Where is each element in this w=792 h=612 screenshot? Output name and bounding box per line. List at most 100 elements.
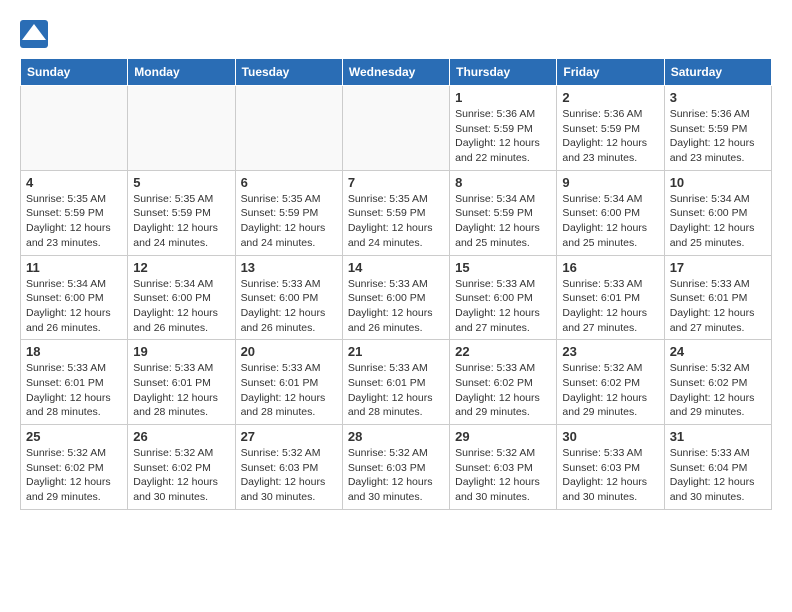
calendar-cell: 7 Sunrise: 5:35 AM Sunset: 5:59 PM Daylig…	[342, 170, 449, 255]
day-info: Sunrise: 5:32 AM Sunset: 6:02 PM Dayligh…	[670, 361, 766, 420]
calendar-cell: 27 Sunrise: 5:32 AM Sunset: 6:03 PM Dayli…	[235, 425, 342, 510]
day-number: 21	[348, 344, 444, 359]
day-number: 2	[562, 90, 658, 105]
day-number: 1	[455, 90, 551, 105]
calendar-cell: 18 Sunrise: 5:33 AM Sunset: 6:01 PM Dayli…	[21, 340, 128, 425]
day-info: Sunrise: 5:34 AM Sunset: 6:00 PM Dayligh…	[26, 277, 122, 336]
day-info: Sunrise: 5:36 AM Sunset: 5:59 PM Dayligh…	[455, 107, 551, 166]
day-info: Sunrise: 5:33 AM Sunset: 6:01 PM Dayligh…	[562, 277, 658, 336]
day-info: Sunrise: 5:33 AM Sunset: 6:03 PM Dayligh…	[562, 446, 658, 505]
calendar-cell: 22 Sunrise: 5:33 AM Sunset: 6:02 PM Dayli…	[450, 340, 557, 425]
calendar-cell: 26Sunrise: 5:32 AM Sunset: 6:02 PM Dayli…	[128, 425, 235, 510]
day-info: Sunrise: 5:32 AM Sunset: 6:03 PM Dayligh…	[241, 446, 337, 505]
logo	[20, 20, 52, 48]
weekday-header-friday: Friday	[557, 59, 664, 86]
day-info: Sunrise: 5:34 AM Sunset: 5:59 PM Dayligh…	[455, 192, 551, 251]
day-info: Sunrise: 5:33 AM Sunset: 6:04 PM Dayligh…	[670, 446, 766, 505]
day-info: Sunrise: 5:33 AM Sunset: 6:01 PM Dayligh…	[241, 361, 337, 420]
calendar-cell: 2 Sunrise: 5:36 AM Sunset: 5:59 PM Daylig…	[557, 86, 664, 171]
weekday-header-tuesday: Tuesday	[235, 59, 342, 86]
day-info: Sunrise: 5:35 AM Sunset: 5:59 PM Dayligh…	[133, 192, 229, 251]
day-info: Sunrise: 5:32 AM Sunset: 6:02 PM Dayligh…	[562, 361, 658, 420]
day-number: 10	[670, 175, 766, 190]
calendar-cell: 3 Sunrise: 5:36 AM Sunset: 5:59 PM Daylig…	[664, 86, 771, 171]
calendar-header-row: SundayMondayTuesdayWednesdayThursdayFrid…	[21, 59, 772, 86]
calendar-cell: 30 Sunrise: 5:33 AM Sunset: 6:03 PM Dayli…	[557, 425, 664, 510]
day-info: Sunrise: 5:34 AM Sunset: 6:00 PM Dayligh…	[562, 192, 658, 251]
calendar-week-row: 25 Sunrise: 5:32 AM Sunset: 6:02 PM Dayli…	[21, 425, 772, 510]
calendar-cell: 1 Sunrise: 5:36 AM Sunset: 5:59 PM Daylig…	[450, 86, 557, 171]
day-info: Sunrise: 5:35 AM Sunset: 5:59 PM Dayligh…	[241, 192, 337, 251]
day-number: 27	[241, 429, 337, 444]
day-info: Sunrise: 5:33 AM Sunset: 6:01 PM Dayligh…	[26, 361, 122, 420]
day-number: 5	[133, 175, 229, 190]
calendar-cell: 21 Sunrise: 5:33 AM Sunset: 6:01 PM Dayli…	[342, 340, 449, 425]
calendar-week-row: 11Sunrise: 5:34 AM Sunset: 6:00 PM Dayli…	[21, 255, 772, 340]
day-number: 20	[241, 344, 337, 359]
day-number: 6	[241, 175, 337, 190]
day-number: 25	[26, 429, 122, 444]
weekday-header-wednesday: Wednesday	[342, 59, 449, 86]
day-info: Sunrise: 5:34 AM Sunset: 6:00 PM Dayligh…	[133, 277, 229, 336]
day-info: Sunrise: 5:33 AM Sunset: 6:02 PM Dayligh…	[455, 361, 551, 420]
day-info: Sunrise: 5:32 AM Sunset: 6:03 PM Dayligh…	[348, 446, 444, 505]
calendar-cell: 11Sunrise: 5:34 AM Sunset: 6:00 PM Dayli…	[21, 255, 128, 340]
calendar-cell: 15 Sunrise: 5:33 AM Sunset: 6:00 PM Dayli…	[450, 255, 557, 340]
day-info: Sunrise: 5:36 AM Sunset: 5:59 PM Dayligh…	[562, 107, 658, 166]
day-number: 12	[133, 260, 229, 275]
day-number: 14	[348, 260, 444, 275]
day-number: 9	[562, 175, 658, 190]
calendar-cell: 6 Sunrise: 5:35 AM Sunset: 5:59 PM Daylig…	[235, 170, 342, 255]
day-number: 23	[562, 344, 658, 359]
calendar-cell: 29Sunrise: 5:32 AM Sunset: 6:03 PM Dayli…	[450, 425, 557, 510]
calendar-week-row: 1 Sunrise: 5:36 AM Sunset: 5:59 PM Daylig…	[21, 86, 772, 171]
day-number: 17	[670, 260, 766, 275]
calendar-cell: 19Sunrise: 5:33 AM Sunset: 6:01 PM Dayli…	[128, 340, 235, 425]
day-info: Sunrise: 5:35 AM Sunset: 5:59 PM Dayligh…	[26, 192, 122, 251]
calendar-cell: 20 Sunrise: 5:33 AM Sunset: 6:01 PM Dayli…	[235, 340, 342, 425]
day-number: 8	[455, 175, 551, 190]
day-info: Sunrise: 5:33 AM Sunset: 6:00 PM Dayligh…	[455, 277, 551, 336]
day-number: 3	[670, 90, 766, 105]
calendar-cell	[235, 86, 342, 171]
calendar-cell: 4Sunrise: 5:35 AM Sunset: 5:59 PM Daylig…	[21, 170, 128, 255]
day-info: Sunrise: 5:33 AM Sunset: 6:00 PM Dayligh…	[241, 277, 337, 336]
day-number: 19	[133, 344, 229, 359]
calendar-cell: 24 Sunrise: 5:32 AM Sunset: 6:02 PM Dayli…	[664, 340, 771, 425]
day-info: Sunrise: 5:33 AM Sunset: 6:00 PM Dayligh…	[348, 277, 444, 336]
day-info: Sunrise: 5:35 AM Sunset: 5:59 PM Dayligh…	[348, 192, 444, 251]
day-info: Sunrise: 5:33 AM Sunset: 6:01 PM Dayligh…	[348, 361, 444, 420]
day-info: Sunrise: 5:32 AM Sunset: 6:02 PM Dayligh…	[26, 446, 122, 505]
day-number: 22	[455, 344, 551, 359]
calendar-cell	[342, 86, 449, 171]
calendar-week-row: 18 Sunrise: 5:33 AM Sunset: 6:01 PM Dayli…	[21, 340, 772, 425]
day-number: 30	[562, 429, 658, 444]
calendar-cell: 17 Sunrise: 5:33 AM Sunset: 6:01 PM Dayli…	[664, 255, 771, 340]
calendar-cell: 28Sunrise: 5:32 AM Sunset: 6:03 PM Dayli…	[342, 425, 449, 510]
calendar-cell	[128, 86, 235, 171]
calendar-cell: 10 Sunrise: 5:34 AM Sunset: 6:00 PM Dayli…	[664, 170, 771, 255]
page-header	[20, 20, 772, 48]
day-info: Sunrise: 5:36 AM Sunset: 5:59 PM Dayligh…	[670, 107, 766, 166]
weekday-header-sunday: Sunday	[21, 59, 128, 86]
day-number: 13	[241, 260, 337, 275]
day-number: 26	[133, 429, 229, 444]
weekday-header-monday: Monday	[128, 59, 235, 86]
day-number: 24	[670, 344, 766, 359]
calendar-cell	[21, 86, 128, 171]
logo-icon	[20, 20, 48, 48]
day-number: 15	[455, 260, 551, 275]
day-info: Sunrise: 5:34 AM Sunset: 6:00 PM Dayligh…	[670, 192, 766, 251]
calendar-cell: 8 Sunrise: 5:34 AM Sunset: 5:59 PM Daylig…	[450, 170, 557, 255]
calendar-cell: 12 Sunrise: 5:34 AM Sunset: 6:00 PM Dayli…	[128, 255, 235, 340]
calendar-table: SundayMondayTuesdayWednesdayThursdayFrid…	[20, 58, 772, 510]
day-info: Sunrise: 5:32 AM Sunset: 6:03 PM Dayligh…	[455, 446, 551, 505]
day-number: 31	[670, 429, 766, 444]
calendar-cell: 14 Sunrise: 5:33 AM Sunset: 6:00 PM Dayli…	[342, 255, 449, 340]
day-number: 18	[26, 344, 122, 359]
calendar-cell: 31 Sunrise: 5:33 AM Sunset: 6:04 PM Dayli…	[664, 425, 771, 510]
calendar-week-row: 4Sunrise: 5:35 AM Sunset: 5:59 PM Daylig…	[21, 170, 772, 255]
day-info: Sunrise: 5:33 AM Sunset: 6:01 PM Dayligh…	[670, 277, 766, 336]
day-number: 7	[348, 175, 444, 190]
weekday-header-thursday: Thursday	[450, 59, 557, 86]
